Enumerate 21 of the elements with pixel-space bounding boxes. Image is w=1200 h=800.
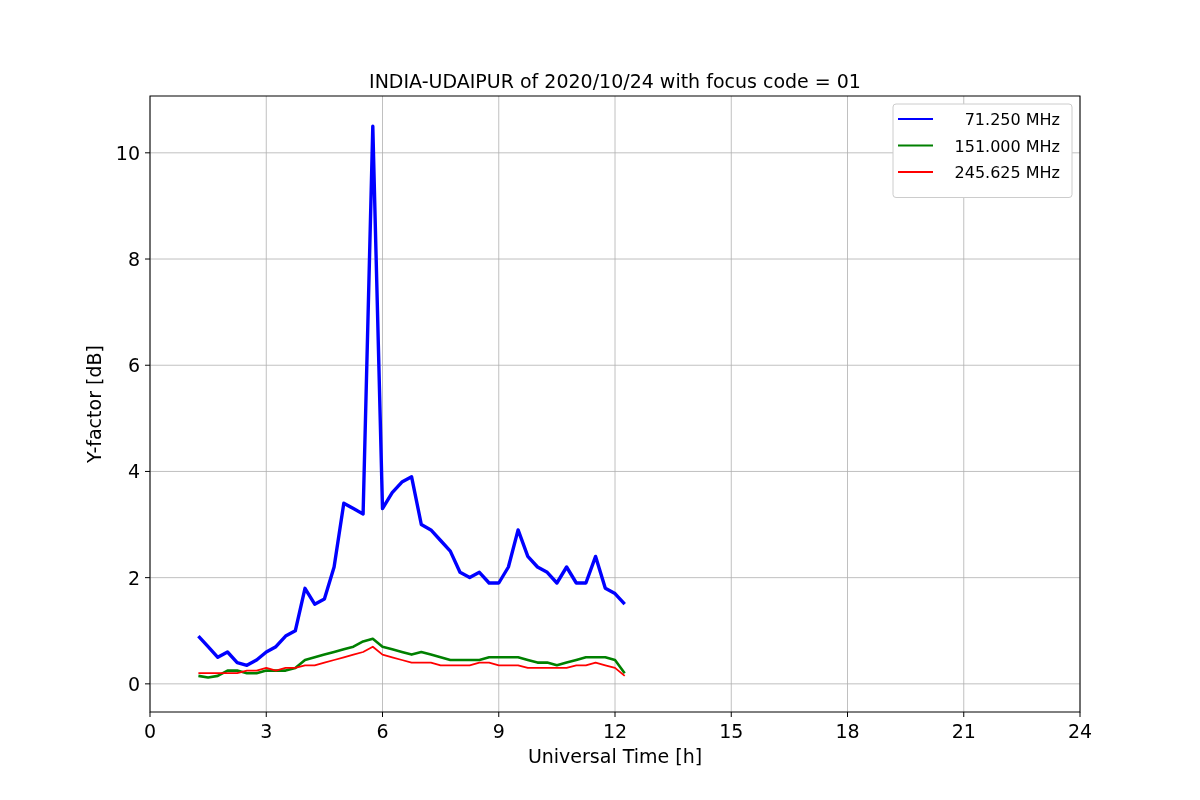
tick-label: 10: [115, 141, 140, 164]
tick-label: 24: [1067, 720, 1093, 742]
tick-label: 8: [127, 248, 140, 271]
tick-label: 9: [492, 720, 505, 742]
tick-label: 3: [260, 720, 273, 742]
tick-label: 0: [143, 720, 157, 742]
tick-label: 6: [127, 354, 140, 377]
axis-label: Universal Time [h]: [527, 745, 703, 767]
tick-label: 4: [127, 460, 140, 483]
tick-label: 15: [719, 720, 744, 742]
tick-label: 2: [127, 566, 140, 589]
tick-label: 21: [951, 720, 976, 742]
tick-label: 0: [127, 672, 140, 695]
legend-label: 151.000 MHz: [954, 136, 1060, 156]
axis-label: Y-factor [dB]: [83, 345, 105, 463]
tick-label: 12: [602, 720, 628, 742]
tick-label: 6: [376, 720, 389, 742]
chart-title: INDIA-UDAIPUR of 2020/10/24 with focus code = 01: [369, 70, 861, 92]
legend-label: 245.625 MHz: [954, 163, 1060, 182]
legend-label: 71.250 MHz: [964, 110, 1060, 129]
tick-label: 18: [835, 720, 860, 742]
